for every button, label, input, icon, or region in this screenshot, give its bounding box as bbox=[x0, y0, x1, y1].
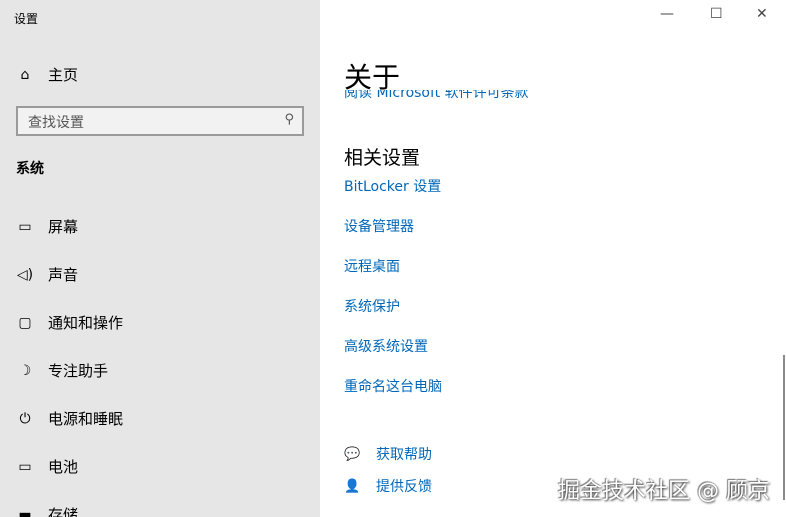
monitor-icon: ▭ bbox=[18, 218, 32, 235]
battery-icon: ▭ bbox=[18, 458, 32, 475]
speaker-icon: ◁) bbox=[16, 266, 34, 283]
main-content: — ☐ ✕ 关于 阅读 Microsoft 软件许可条款 相关设置 BitLoc… bbox=[320, 0, 786, 517]
moon-icon: ☽ bbox=[18, 362, 32, 379]
feedback-link[interactable]: 👤 提供反馈 bbox=[344, 476, 432, 496]
watermark: 掘金技术社区 @ 顾京 bbox=[558, 479, 770, 504]
search-placeholder: 查找设置 bbox=[28, 115, 84, 131]
sidebar-item-notifications[interactable]: ▢ 通知和操作 bbox=[16, 312, 123, 333]
maximize-button[interactable]: ☐ bbox=[710, 6, 723, 22]
sidebar-item-sound[interactable]: ◁) 声音 bbox=[16, 264, 78, 285]
nav-label: 声音 bbox=[48, 266, 79, 284]
app-title: 设置 bbox=[14, 12, 39, 26]
system-protection-link[interactable]: 系统保护 bbox=[344, 296, 400, 316]
license-link[interactable]: 阅读 Microsoft 软件许可条款 bbox=[344, 90, 529, 102]
sidebar-item-power[interactable]: ⏻ 电源和睡眠 bbox=[16, 408, 123, 429]
bitlocker-link[interactable]: BitLocker 设置 bbox=[344, 176, 441, 196]
power-icon: ⏻ bbox=[19, 410, 31, 427]
nav-label: 存储 bbox=[48, 506, 79, 517]
sidebar: 设置 ⌂ 主页 查找设置 ⚲ 系统 ▭ 屏幕 ◁) 声音 ▢ 通知和操作 ☽ 专注助手 ⏻ 电… bbox=[0, 0, 320, 517]
sidebar-item-storage[interactable]: ▬ 存储 bbox=[16, 504, 78, 517]
sidebar-item-battery[interactable]: ▭ 电池 bbox=[16, 456, 78, 477]
sidebar-item-focus[interactable]: ☽ 专注助手 bbox=[16, 360, 108, 381]
advanced-settings-link[interactable]: 高级系统设置 bbox=[344, 336, 428, 356]
sidebar-item-home[interactable]: ⌂ 主页 bbox=[16, 64, 78, 85]
storage-icon: ▬ bbox=[18, 506, 32, 517]
sidebar-item-display[interactable]: ▭ 屏幕 bbox=[16, 216, 78, 237]
nav-label: 电源和睡眠 bbox=[48, 410, 124, 428]
home-label: 主页 bbox=[48, 66, 79, 84]
home-icon: ⌂ bbox=[20, 66, 30, 83]
related-settings-title: 相关设置 bbox=[344, 147, 421, 169]
nav-label: 通知和操作 bbox=[48, 314, 124, 332]
nav-label: 电池 bbox=[48, 458, 79, 476]
notification-icon: ▢ bbox=[18, 314, 32, 331]
get-help-label: 获取帮助 bbox=[376, 447, 432, 463]
nav-label: 屏幕 bbox=[48, 218, 79, 236]
rename-pc-link[interactable]: 重命名这台电脑 bbox=[344, 376, 442, 396]
search-icon: ⚲ bbox=[284, 112, 294, 127]
device-manager-link[interactable]: 设备管理器 bbox=[344, 216, 414, 236]
scrollbar[interactable] bbox=[783, 355, 785, 500]
feedback-label: 提供反馈 bbox=[376, 479, 432, 495]
search-input[interactable]: 查找设置 ⚲ bbox=[16, 106, 304, 136]
minimize-button[interactable]: — bbox=[660, 6, 674, 22]
nav-label: 专注助手 bbox=[48, 362, 109, 380]
get-help-link[interactable]: 💬 获取帮助 bbox=[344, 444, 432, 464]
license-link-text: 阅读 Microsoft 软件许可条款 bbox=[344, 90, 529, 101]
remote-desktop-link[interactable]: 远程桌面 bbox=[344, 256, 400, 276]
close-button[interactable]: ✕ bbox=[756, 6, 768, 22]
help-chat-icon: 💬 bbox=[344, 446, 361, 462]
feedback-icon: 👤 bbox=[344, 478, 361, 494]
section-title: 系统 bbox=[16, 161, 44, 177]
